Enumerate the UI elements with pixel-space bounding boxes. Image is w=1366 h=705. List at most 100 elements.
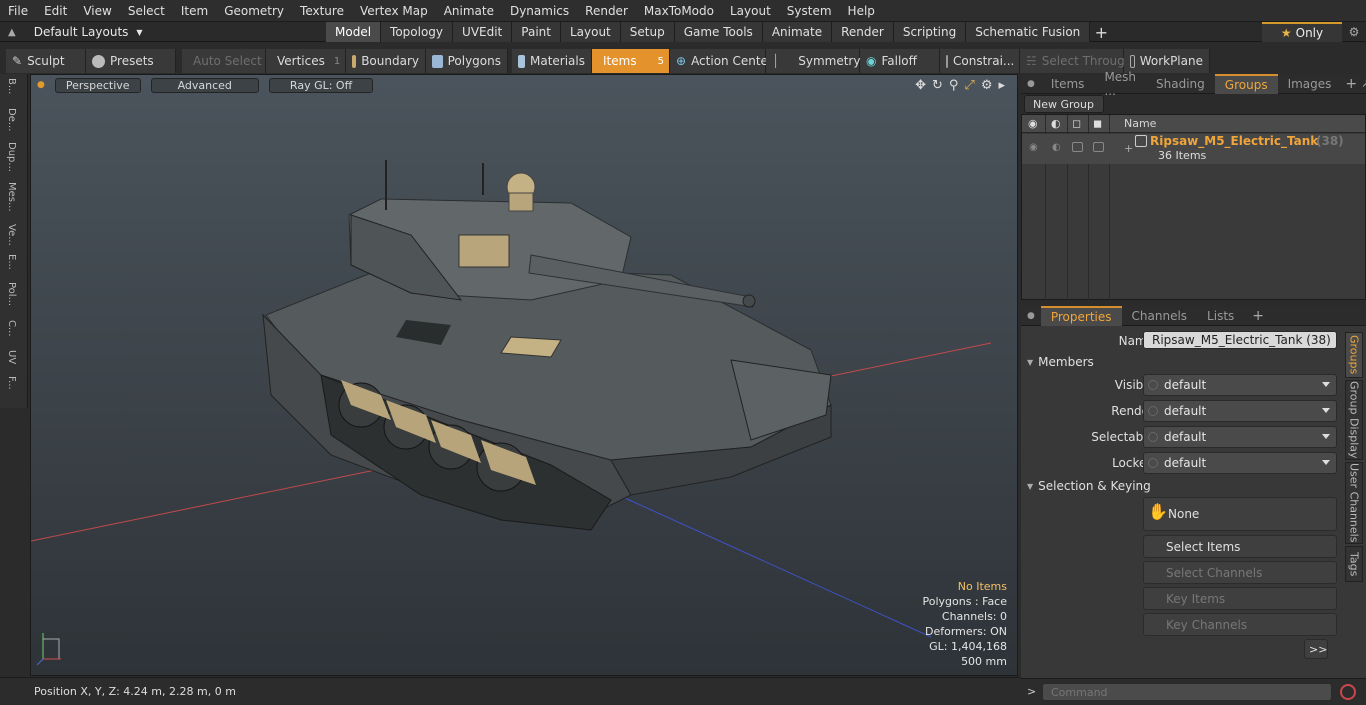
- menu-layout[interactable]: Layout: [722, 4, 779, 18]
- row-render-icon[interactable]: ◐: [1052, 142, 1061, 153]
- side-tab-tags[interactable]: Tags: [1345, 546, 1363, 582]
- left-tab-uv[interactable]: UV: [6, 350, 17, 364]
- tab-model[interactable]: Model: [326, 22, 382, 42]
- render-select[interactable]: default: [1143, 400, 1337, 422]
- menu-geometry[interactable]: Geometry: [216, 4, 292, 18]
- record-icon[interactable]: [1340, 684, 1356, 700]
- default-layouts-dropdown[interactable]: ▲ Default Layouts ▼: [8, 22, 143, 42]
- expand-plus-icon[interactable]: +: [1124, 142, 1133, 155]
- tab-layout[interactable]: Layout: [560, 22, 621, 42]
- side-tab-groups[interactable]: Groups: [1345, 332, 1363, 378]
- constraints-button[interactable]: Constrai...: [940, 49, 1020, 73]
- tab-shading[interactable]: Shading: [1146, 74, 1215, 94]
- tab-groups[interactable]: Groups: [1214, 73, 1278, 94]
- 3d-viewport[interactable]: ● Perspective Advanced Ray GL: Off ✥ ↻ ⚲…: [30, 74, 1018, 676]
- row-select-icon[interactable]: [1072, 142, 1083, 152]
- menu-vertex-map[interactable]: Vertex Map: [352, 4, 436, 18]
- key-channels-button[interactable]: Key Channels: [1143, 613, 1337, 636]
- row-eye-icon[interactable]: ◉: [1029, 142, 1038, 153]
- tab-lists[interactable]: Lists: [1197, 306, 1244, 326]
- add-tab-plus-icon[interactable]: +: [1090, 22, 1112, 42]
- left-tab-basic[interactable]: B...: [6, 78, 17, 94]
- only-toggle[interactable]: ★ Only: [1262, 22, 1342, 42]
- locked-select[interactable]: default: [1143, 452, 1337, 474]
- panel-menu-icon[interactable]: ●: [1021, 79, 1041, 89]
- menu-maxtomodo[interactable]: MaxToModo: [636, 4, 722, 18]
- left-tab-mesh-edit[interactable]: Mes...: [6, 182, 17, 212]
- boundary-button[interactable]: Boundary: [346, 49, 426, 73]
- group-row-ripsaw[interactable]: ◉ ◐ + Ripsaw_M5_Electric_Tank (38) 36 It…: [1022, 134, 1365, 164]
- select-items-button[interactable]: Select Items: [1143, 535, 1337, 558]
- menu-help[interactable]: Help: [840, 4, 883, 18]
- items-button[interactable]: Items 5: [592, 49, 670, 73]
- menu-dynamics[interactable]: Dynamics: [502, 4, 577, 18]
- tab-paint[interactable]: Paint: [512, 22, 561, 42]
- name-field[interactable]: Ripsaw_M5_Electric_Tank (38): [1143, 331, 1337, 349]
- name-column-header[interactable]: Name: [1124, 117, 1156, 130]
- eye-icon[interactable]: ◉: [1028, 117, 1038, 130]
- action-center-button[interactable]: ⊕ Action Center: [670, 49, 773, 73]
- left-tab-deform[interactable]: De...: [6, 108, 17, 131]
- left-tab-fusion[interactable]: F...: [6, 376, 17, 390]
- sculpt-button[interactable]: ✎ Sculpt: [6, 49, 86, 73]
- materials-button[interactable]: Materials: [512, 49, 592, 73]
- symmetry-button[interactable]: │ Symmetry: [766, 49, 860, 73]
- side-tab-user-channels[interactable]: User Channels: [1345, 462, 1363, 544]
- menu-item[interactable]: Item: [173, 4, 216, 18]
- menu-view[interactable]: View: [75, 4, 119, 18]
- selection-keying-section-header[interactable]: ▼ Selection & Keying: [1027, 478, 1347, 494]
- tab-animate[interactable]: Animate: [762, 22, 833, 42]
- left-tab-vertex[interactable]: Ve...: [6, 224, 17, 246]
- viewport-info: No Items Polygons : Face Channels: 0 Def…: [922, 579, 1007, 669]
- left-tab-curve[interactable]: C...: [6, 320, 17, 337]
- menu-system[interactable]: System: [779, 4, 840, 18]
- falloff-button[interactable]: ◉ Falloff: [860, 49, 940, 73]
- add-tab-plus-icon[interactable]: +: [1244, 308, 1272, 324]
- left-tab-edge[interactable]: E...: [6, 254, 17, 270]
- tab-items[interactable]: Items: [1041, 74, 1095, 94]
- lock-icon[interactable]: ◼: [1093, 117, 1102, 130]
- auto-select-button[interactable]: Auto Select: [182, 49, 266, 73]
- tab-render[interactable]: Render: [832, 22, 894, 42]
- more-button[interactable]: >>: [1304, 639, 1328, 659]
- tab-uvedit[interactable]: UVEdit: [453, 22, 513, 42]
- gear-icon[interactable]: ⚙: [1344, 22, 1364, 42]
- menu-render[interactable]: Render: [577, 4, 636, 18]
- tab-topology[interactable]: Topology: [381, 22, 454, 42]
- row-lock-icon[interactable]: [1093, 142, 1104, 152]
- left-tab-duplicate[interactable]: Dup...: [6, 142, 17, 172]
- maximize-icon[interactable]: ↗: [1361, 77, 1366, 90]
- polygons-button[interactable]: Polygons: [426, 49, 508, 73]
- menu-select[interactable]: Select: [120, 4, 173, 18]
- new-group-button[interactable]: New Group: [1024, 95, 1104, 113]
- tab-properties[interactable]: Properties: [1040, 305, 1122, 326]
- tab-images[interactable]: Images: [1278, 74, 1342, 94]
- visible-select[interactable]: default: [1143, 374, 1337, 396]
- menu-file[interactable]: File: [0, 4, 36, 18]
- none-button[interactable]: ✋ None: [1143, 497, 1337, 531]
- workplane-button[interactable]: WorkPlane: [1124, 49, 1210, 73]
- menu-edit[interactable]: Edit: [36, 4, 75, 18]
- star-icon: ★: [1280, 26, 1292, 40]
- tab-schematic-fusion[interactable]: Schematic Fusion: [966, 22, 1091, 42]
- side-tab-group-display[interactable]: Group Display: [1345, 380, 1363, 460]
- menu-texture[interactable]: Texture: [292, 4, 352, 18]
- select-channels-button[interactable]: Select Channels: [1143, 561, 1337, 584]
- tab-mesh[interactable]: Mesh ...: [1094, 70, 1146, 98]
- left-tab-polygon[interactable]: Pol...: [6, 282, 17, 306]
- render-icon[interactable]: ◐: [1051, 117, 1061, 130]
- tab-setup[interactable]: Setup: [620, 22, 675, 42]
- selectable-select[interactable]: default: [1143, 426, 1337, 448]
- tab-scripting[interactable]: Scripting: [893, 22, 967, 42]
- add-tab-plus-icon[interactable]: +: [1341, 76, 1361, 92]
- panel-menu-icon[interactable]: ●: [1021, 311, 1041, 321]
- select-icon[interactable]: ◻: [1072, 117, 1081, 130]
- vertices-button[interactable]: Vertices 1: [266, 49, 346, 73]
- tab-game-tools[interactable]: Game Tools: [674, 22, 763, 42]
- tab-channels[interactable]: Channels: [1122, 306, 1198, 326]
- members-section-header[interactable]: ▼ Members: [1027, 354, 1347, 370]
- command-input[interactable]: [1042, 683, 1332, 701]
- key-items-button[interactable]: Key Items: [1143, 587, 1337, 610]
- menu-animate[interactable]: Animate: [436, 4, 502, 18]
- presets-button[interactable]: Presets: [86, 49, 176, 73]
